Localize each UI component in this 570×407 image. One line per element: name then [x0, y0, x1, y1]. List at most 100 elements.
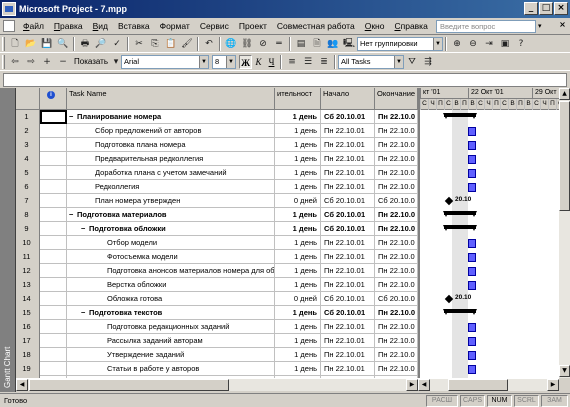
menu-item[interactable]: Правка	[49, 21, 88, 31]
start-cell[interactable]: Сб 20.10.01	[321, 222, 375, 236]
table-row[interactable]: 19 Статьи в работе у авторов 1 день Пн 22.1…	[16, 362, 418, 376]
duration-cell[interactable]: 1 день	[275, 208, 321, 222]
task-name-cell[interactable]: Сбор предложений от авторов	[67, 124, 275, 138]
row-id[interactable]: 17	[16, 334, 40, 348]
help-question-input[interactable]: Введите вопрос	[436, 20, 536, 33]
plus-icon[interactable]: +	[40, 55, 54, 69]
table-row[interactable]: 12 Подготовка анонсов материалов номера д…	[16, 264, 418, 278]
finish-cell[interactable]: Пн 22.10.0	[375, 124, 418, 138]
menu-item[interactable]: Справка	[389, 21, 432, 31]
task-info-icon[interactable]: ▤	[294, 37, 308, 51]
gantt-task-bar[interactable]	[468, 351, 476, 360]
finish-cell[interactable]: Пн 22.10.0	[375, 320, 418, 334]
open-folder-icon[interactable]: 📂	[24, 37, 38, 51]
finish-cell[interactable]: Пн 22.10.0	[375, 278, 418, 292]
unlink-tasks-icon[interactable]: ⊘	[256, 37, 270, 51]
gantt-task-bar[interactable]	[468, 365, 476, 374]
start-cell[interactable]: Пн 22.10.01	[321, 236, 375, 250]
arrow-right-icon[interactable]: ⇨	[24, 55, 38, 69]
show-button[interactable]: Показать	[71, 57, 111, 66]
table-row[interactable]: 3 Подготовка плана номера 1 день Пн 22.10.0…	[16, 138, 418, 152]
task-name-cell[interactable]: − Планирование номера	[67, 110, 275, 124]
task-name-cell[interactable]: Рассылка заданий авторам	[67, 334, 275, 348]
menu-item[interactable]: Формат	[155, 21, 195, 31]
finish-cell[interactable]: Пн 22.10.0	[375, 306, 418, 320]
gantt-task-bar[interactable]	[468, 337, 476, 346]
duration-cell[interactable]: 1 день	[275, 152, 321, 166]
scroll-thumb[interactable]	[29, 379, 229, 391]
gantt-task-bar[interactable]	[468, 183, 476, 192]
table-row[interactable]: 2 Сбор предложений от авторов 1 день Пн 22.…	[16, 124, 418, 138]
task-name-cell[interactable]: Отбор модели	[67, 236, 275, 250]
task-name-cell[interactable]: Подготовка анонсов материалов номера для…	[67, 264, 275, 278]
gantt-task-bar[interactable]	[468, 239, 476, 248]
spelling-icon[interactable]: ✓	[110, 37, 124, 51]
italic-button[interactable]: К	[252, 55, 265, 69]
save-icon[interactable]: 💾	[40, 37, 54, 51]
menu-item[interactable]: Вид	[88, 21, 113, 31]
row-id[interactable]: 10	[16, 236, 40, 250]
start-cell[interactable]: Пн 22.10.01	[321, 334, 375, 348]
group-by-select[interactable]: Нет группировки ▼	[357, 36, 443, 51]
duration-cell[interactable]: 1 день	[275, 264, 321, 278]
split-task-icon[interactable]: ═	[272, 37, 286, 51]
table-row[interactable]: 4 Предварительная редколлегия 1 день Пн 22.…	[16, 152, 418, 166]
gantt-task-bar[interactable]	[468, 253, 476, 262]
align-right-icon[interactable]: ≣	[317, 55, 331, 69]
start-cell[interactable]: Сб 20.10.01	[321, 110, 375, 124]
row-id[interactable]: 5	[16, 166, 40, 180]
document-icon[interactable]	[3, 20, 15, 32]
finish-cell[interactable]: Пн 22.10.0	[375, 334, 418, 348]
row-id[interactable]: 1	[16, 110, 40, 124]
help-dropdown-icon[interactable]: ▾	[538, 20, 547, 33]
toolbar-grip[interactable]	[2, 36, 5, 51]
task-name-header[interactable]: Task Name	[67, 88, 275, 110]
scroll-down-icon[interactable]: ▼	[559, 365, 570, 377]
row-id[interactable]: 2	[16, 124, 40, 138]
start-cell[interactable]: Сб 20.10.01	[321, 306, 375, 320]
minimize-button[interactable]: _	[524, 2, 538, 15]
goto-task-icon[interactable]: ⇥	[482, 37, 496, 51]
menu-item[interactable]: Совместная работа	[272, 21, 360, 31]
font-select[interactable]: Arial ▼	[121, 54, 210, 69]
duration-cell[interactable]: 0 дней	[275, 292, 321, 306]
publish-icon[interactable]: 🖳	[342, 37, 356, 51]
table-row[interactable]: 10 Отбор модели 1 день Пн 22.10.01 Пн 22.10.…	[16, 236, 418, 250]
row-id[interactable]: 18	[16, 348, 40, 362]
table-row[interactable]: 11 Фотосъемка модели 1 день Пн 22.10.01 Пн 2…	[16, 250, 418, 264]
table-row[interactable]: 7 План номера утвержден 0 дней Сб 20.10.01 С…	[16, 194, 418, 208]
entry-field[interactable]	[3, 73, 567, 87]
table-row[interactable]: 14 Обложка готова 0 дней Сб 20.10.01 Сб 20.1…	[16, 292, 418, 306]
maximize-button[interactable]: □	[539, 2, 553, 15]
table-row[interactable]: 6 Редколлегия 1 день Пн 22.10.01 Пн 22.10.0	[16, 180, 418, 194]
bold-button[interactable]: Ж	[239, 54, 253, 69]
autofilter-icon[interactable]: ⛛	[405, 55, 419, 69]
chevron-down-icon[interactable]: ▾	[112, 55, 120, 69]
new-file-icon[interactable]: 🗋	[8, 37, 22, 51]
gantt-task-bar[interactable]	[468, 127, 476, 136]
task-name-cell[interactable]: Верстка обложки	[67, 278, 275, 292]
zoom-out-icon[interactable]: ⊖	[466, 37, 480, 51]
gantt-task-bar[interactable]	[468, 267, 476, 276]
start-cell[interactable]: Пн 22.10.01	[321, 362, 375, 376]
paste-icon[interactable]: 📋	[164, 37, 178, 51]
align-left-icon[interactable]: ≡	[285, 55, 299, 69]
menu-item[interactable]: Файл	[18, 21, 49, 31]
task-name-cell[interactable]: Доработка плана с учетом замечаний	[67, 166, 275, 180]
start-cell[interactable]: Пн 22.10.01	[321, 138, 375, 152]
collapse-icon[interactable]: −	[81, 306, 89, 319]
cut-icon[interactable]: ✂	[132, 37, 146, 51]
zoom-in-icon[interactable]: ⊕	[450, 37, 464, 51]
task-name-cell[interactable]: План номера утвержден	[67, 194, 275, 208]
task-name-cell[interactable]: Предварительная редколлегия	[67, 152, 275, 166]
scroll-thumb[interactable]	[448, 379, 508, 391]
duration-cell[interactable]: 1 день	[275, 110, 321, 124]
task-name-cell[interactable]: Утверждение заданий	[67, 348, 275, 362]
project-app-icon[interactable]	[2, 2, 16, 16]
gantt-task-bar[interactable]	[468, 323, 476, 332]
gantt-summary-bar[interactable]	[443, 309, 477, 315]
scroll-left-icon[interactable]: ◀	[418, 379, 430, 391]
gantt-horizontal-scrollbar[interactable]: ◀ ▶	[418, 378, 559, 391]
toolbar-grip[interactable]	[2, 54, 5, 69]
link-tasks-icon[interactable]: ⛓	[240, 37, 254, 51]
